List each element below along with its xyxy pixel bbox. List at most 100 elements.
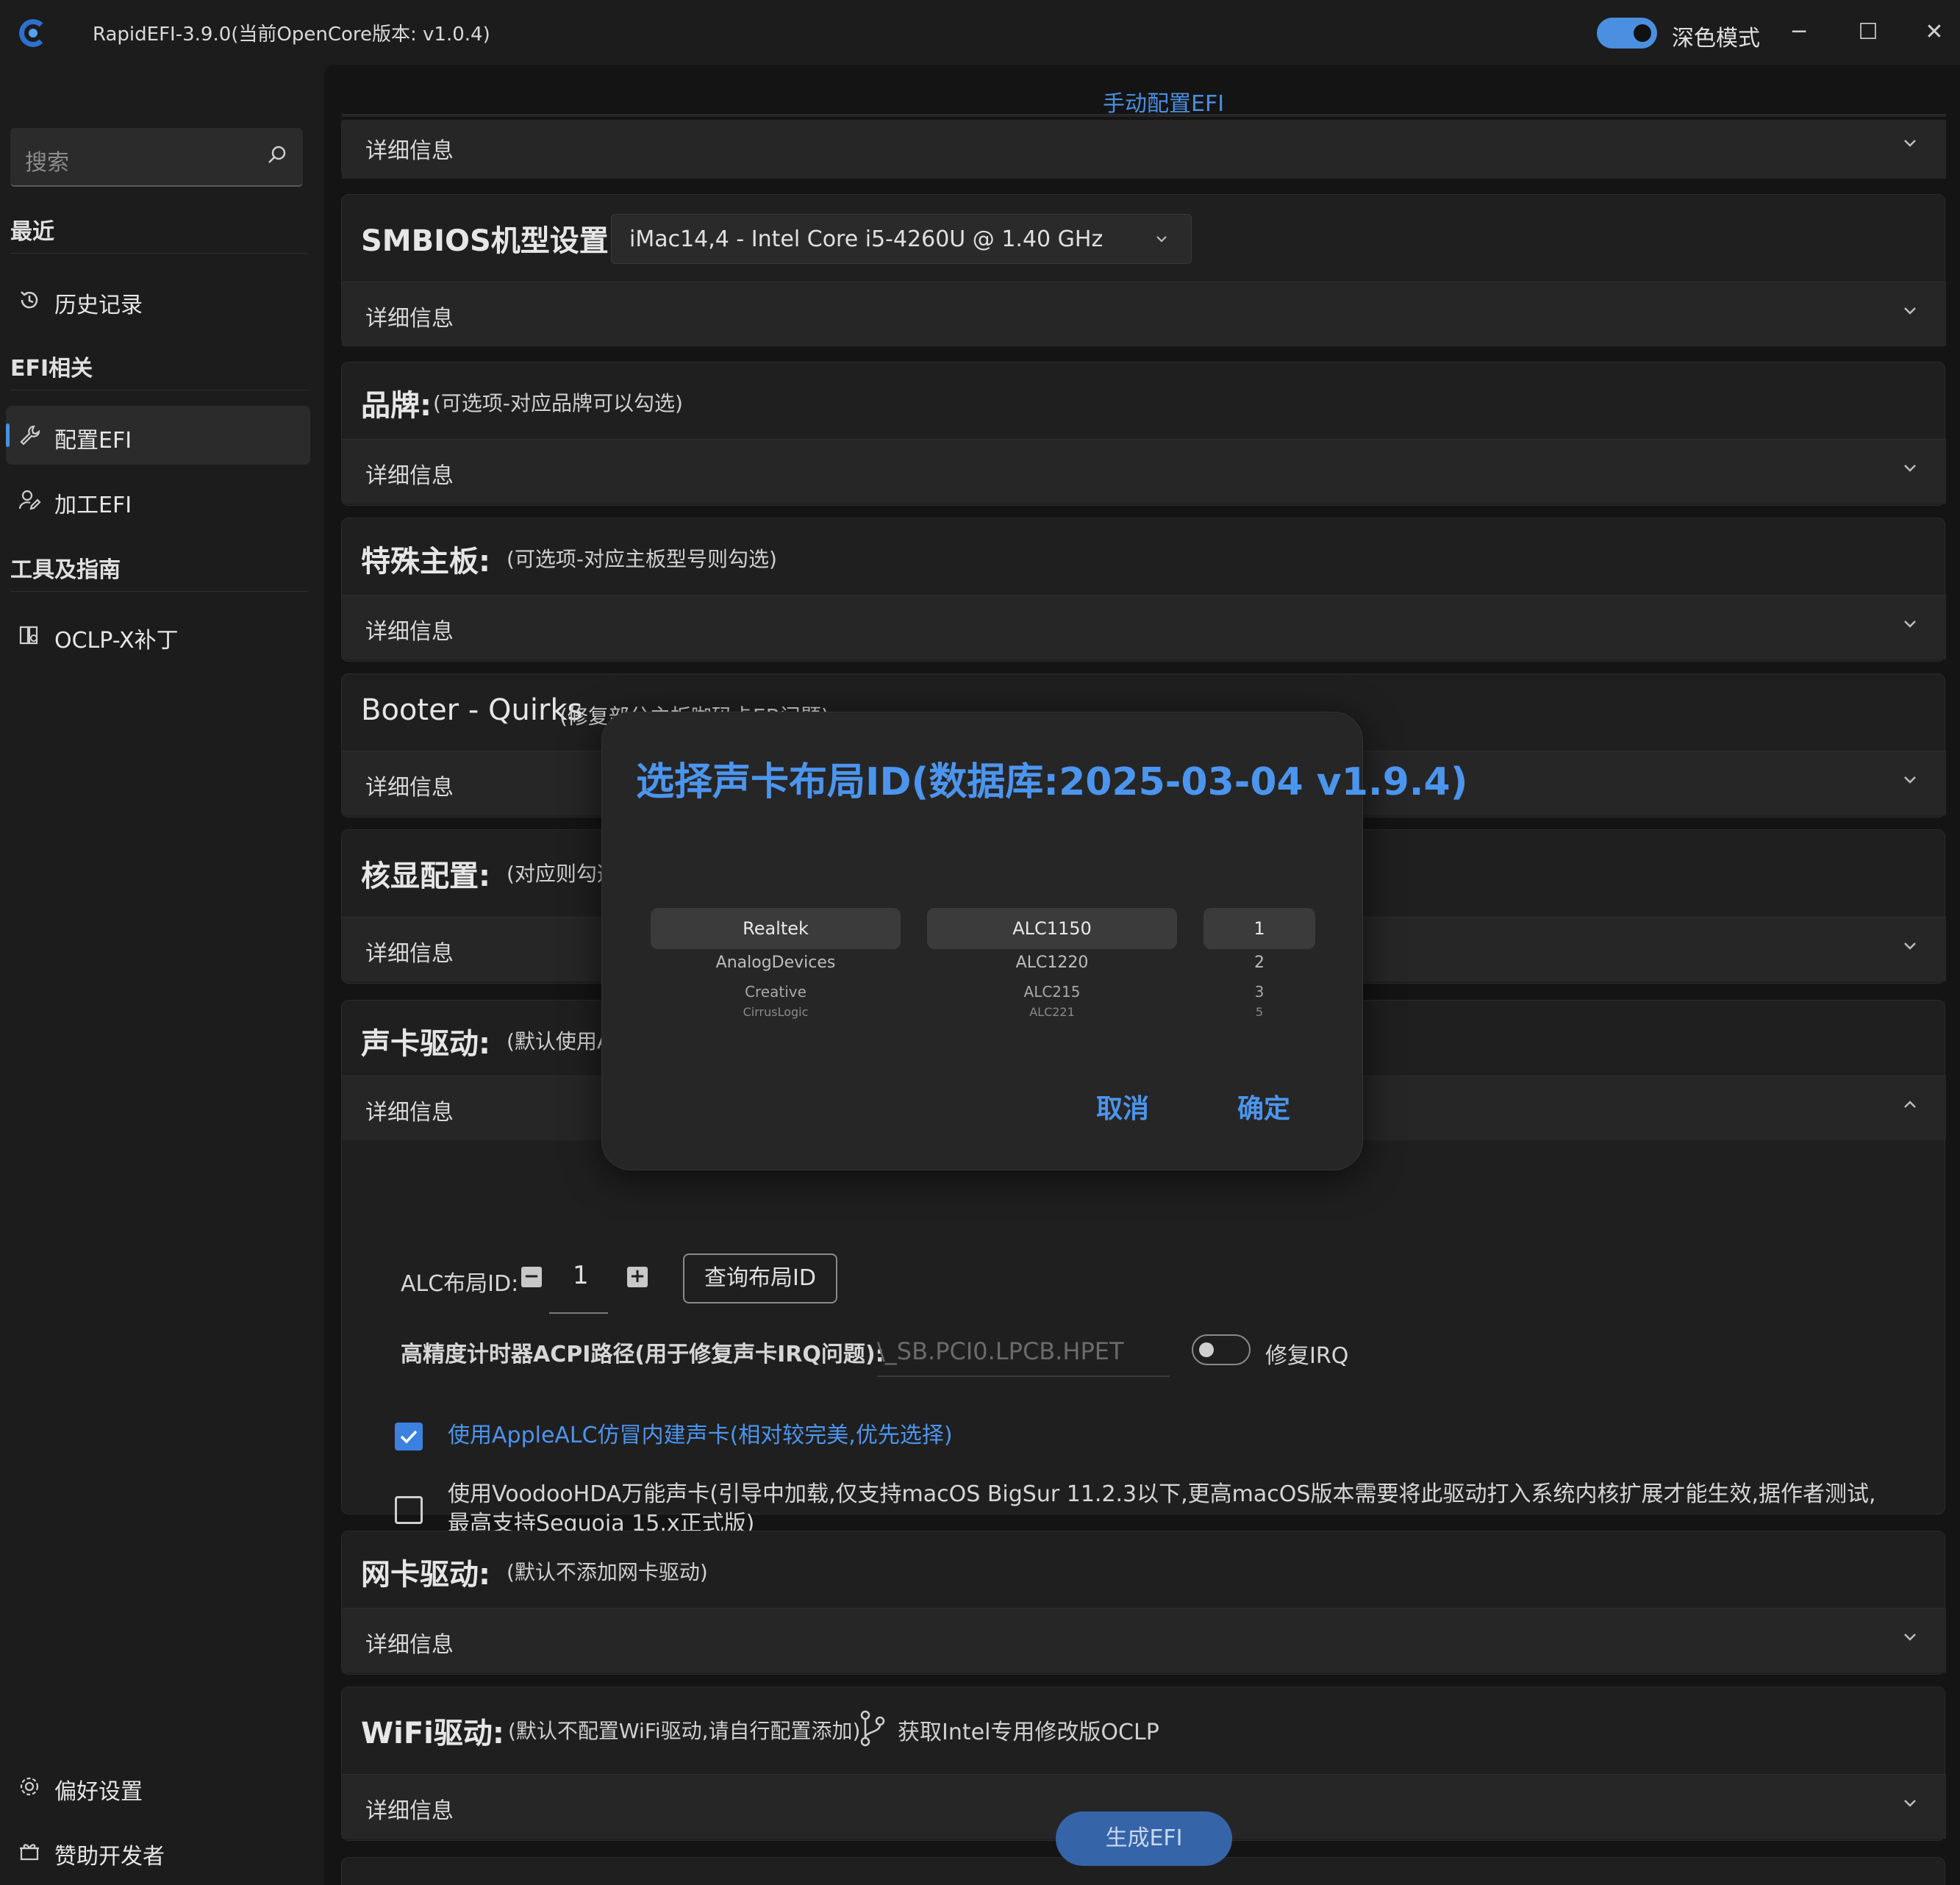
details-label: 详细信息 (365, 138, 454, 164)
section-efi: EFI相关 (10, 356, 93, 382)
chevron-up-icon (1904, 1101, 1916, 1108)
book-icon (19, 626, 38, 645)
codec-option[interactable]: ALC221 (927, 1005, 1177, 1020)
history-icon (21, 291, 38, 309)
generate-efi-button[interactable]: 生成EFI (1056, 1811, 1232, 1866)
close-button[interactable]: ✕ (1916, 15, 1953, 50)
audio-title: 声卡驱动: (361, 1027, 490, 1061)
sidebar-item-process-efi[interactable]: 加工EFI (6, 471, 310, 529)
sidebar-item-label: OCLP-X补丁 (54, 628, 179, 654)
divider (10, 591, 307, 592)
chevron-down-icon (1904, 620, 1916, 628)
details-label: 详细信息 (365, 619, 454, 645)
sidebar-item-oclp[interactable]: OCLP-X补丁 (6, 606, 310, 665)
dialog-title: 选择声卡布局ID(数据库:2025-03-04 v1.9.4) (636, 760, 1468, 804)
card-brand: 品牌: (可选项-对应品牌可以勾选) 详细信息 (341, 362, 1946, 506)
details-row[interactable]: 详细信息 (342, 1608, 1946, 1673)
details-row[interactable]: 详细信息 (342, 595, 1946, 659)
search-input[interactable]: 搜索 (10, 128, 303, 187)
vendor-option[interactable]: Creative (651, 983, 901, 1001)
branch-icon (860, 1710, 885, 1747)
hpet-placeholder: \_SB.PCI0.LPCB.HPET (877, 1337, 1124, 1365)
sidebar-item-config-efi[interactable]: 配置EFI (6, 406, 310, 465)
tab-manual-config[interactable]: 手动配置EFI (1103, 85, 1224, 118)
sidebar-item-history[interactable]: 历史记录 (6, 271, 310, 329)
sidebar-item-label: 配置EFI (54, 428, 132, 454)
alc-underline (549, 1312, 608, 1314)
board-subtitle: (可选项-对应主板型号则勾选) (507, 547, 777, 571)
sidebar-item-label: 加工EFI (54, 493, 132, 518)
increment-button[interactable]: + (627, 1267, 648, 1287)
hpet-label: 高精度计时器ACPI路径(用于修复声卡IRQ问题): (401, 1342, 884, 1367)
applealc-option-label[interactable]: 使用AppleALC仿冒内建声卡(相对较完美,优先选择) (448, 1421, 953, 1451)
chevron-down-icon (1904, 776, 1916, 784)
smbios-select[interactable]: iMac14,4 - Intel Core i5-4260U @ 1.40 GH… (611, 214, 1192, 264)
id-option[interactable]: 5 (1203, 1005, 1315, 1020)
sidebar: 搜索 最近 历史记录 EFI相关 配置EFI 加工EFI 工具及指南 OCLP-… (0, 65, 318, 1885)
details-label: 详细信息 (365, 1798, 454, 1824)
card-board: 特殊主板: (可选项-对应主板型号则勾选) 详细信息 (341, 518, 1946, 662)
details-row[interactable]: 详细信息 (342, 282, 1946, 346)
codec-option[interactable]: ALC1220 (927, 954, 1177, 972)
voodoohda-checkbox[interactable] (395, 1496, 423, 1524)
alc-layout-value[interactable]: 1 (573, 1261, 589, 1290)
sidebar-item-preferences[interactable]: 偏好设置 (6, 1757, 310, 1816)
fix-irq-toggle[interactable] (1192, 1334, 1251, 1365)
chevron-down-icon (1904, 307, 1916, 315)
details-label: 详细信息 (365, 1100, 454, 1126)
intel-oclp-link[interactable]: 获取Intel专用修改版OCLP (898, 1714, 1159, 1746)
wrench-icon (20, 425, 40, 446)
smbios-title: SMBIOS机型设置: (361, 224, 620, 258)
card-smbios: SMBIOS机型设置: iMac14,4 - Intel Core i5-426… (341, 194, 1946, 346)
alc-layout-label: ALC布局ID: (401, 1271, 519, 1297)
details-row[interactable]: 详细信息 (342, 114, 1946, 179)
card-nic: 网卡驱动: (默认不添加网卡驱动) 详细信息 (341, 1531, 1946, 1675)
codec-option[interactable]: ALC215 (927, 983, 1177, 1001)
sidebar-item-label: 偏好设置 (54, 1779, 143, 1805)
vendor-option[interactable]: AnalogDevices (651, 954, 901, 972)
id-option[interactable]: 3 (1203, 983, 1315, 1001)
details-row[interactable]: 详细信息 (342, 439, 1946, 504)
section-tools: 工具及指南 (10, 557, 121, 583)
chevron-down-icon (1904, 465, 1916, 472)
cancel-button[interactable]: 取消 (1096, 1087, 1149, 1126)
section-recent: 最近 (10, 219, 54, 245)
sidebar-item-sponsor[interactable]: 赞助开发者 (6, 1822, 310, 1881)
user-edit-icon (18, 490, 41, 510)
query-layout-button[interactable]: 查询布局ID (683, 1253, 837, 1303)
vendor-option[interactable]: Realtek (651, 918, 901, 939)
divider (10, 253, 307, 254)
sidebar-item-label: 历史记录 (54, 293, 143, 318)
fix-irq-label: 修复IRQ (1265, 1343, 1349, 1369)
nic-subtitle: (默认不添加网卡驱动) (507, 1560, 708, 1584)
codec-option[interactable]: ALC1150 (927, 918, 1177, 939)
minimize-button[interactable]: ─ (1781, 15, 1817, 50)
nic-title: 网卡驱动: (361, 1558, 490, 1592)
board-title: 特殊主板: (361, 545, 490, 579)
smbios-value: iMac14,4 - Intel Core i5-4260U @ 1.40 GH… (629, 226, 1104, 252)
chevron-down-icon (1904, 1800, 1916, 1807)
applealc-checkbox[interactable] (395, 1423, 423, 1451)
card-partial-top: 详细信息 (341, 114, 1946, 179)
gift-icon (20, 1844, 39, 1861)
igpu-title: 核显配置: (361, 859, 490, 893)
hpet-path-input[interactable]: \_SB.PCI0.LPCB.HPET (877, 1328, 1170, 1377)
title-bar: RapidEFI-3.9.0(当前OpenCore版本: v1.0.4) 深色模… (0, 0, 1960, 65)
id-option[interactable]: 2 (1203, 954, 1315, 972)
id-option[interactable]: 1 (1203, 918, 1315, 939)
voodoohda-option-label[interactable]: 使用VoodooHDA万能声卡(引导中加载,仅支持macOS BigSur 11… (448, 1480, 1889, 1539)
search-placeholder: 搜索 (25, 150, 69, 176)
dark-mode-toggle[interactable] (1597, 18, 1657, 49)
vendor-option[interactable]: CirrusLogic (651, 1005, 901, 1020)
app-logo-icon (19, 19, 47, 47)
details-label: 详细信息 (365, 1632, 454, 1658)
confirm-button[interactable]: 确定 (1237, 1087, 1290, 1126)
wifi-title: WiFi驱动: (361, 1717, 504, 1750)
details-label: 详细信息 (365, 941, 454, 967)
search-icon[interactable] (266, 144, 288, 166)
details-label: 详细信息 (365, 463, 454, 489)
sidebar-item-label: 赞助开发者 (54, 1844, 165, 1870)
decrement-button[interactable]: − (521, 1267, 542, 1287)
maximize-button[interactable]: ☐ (1850, 15, 1886, 50)
details-label: 详细信息 (365, 306, 454, 332)
